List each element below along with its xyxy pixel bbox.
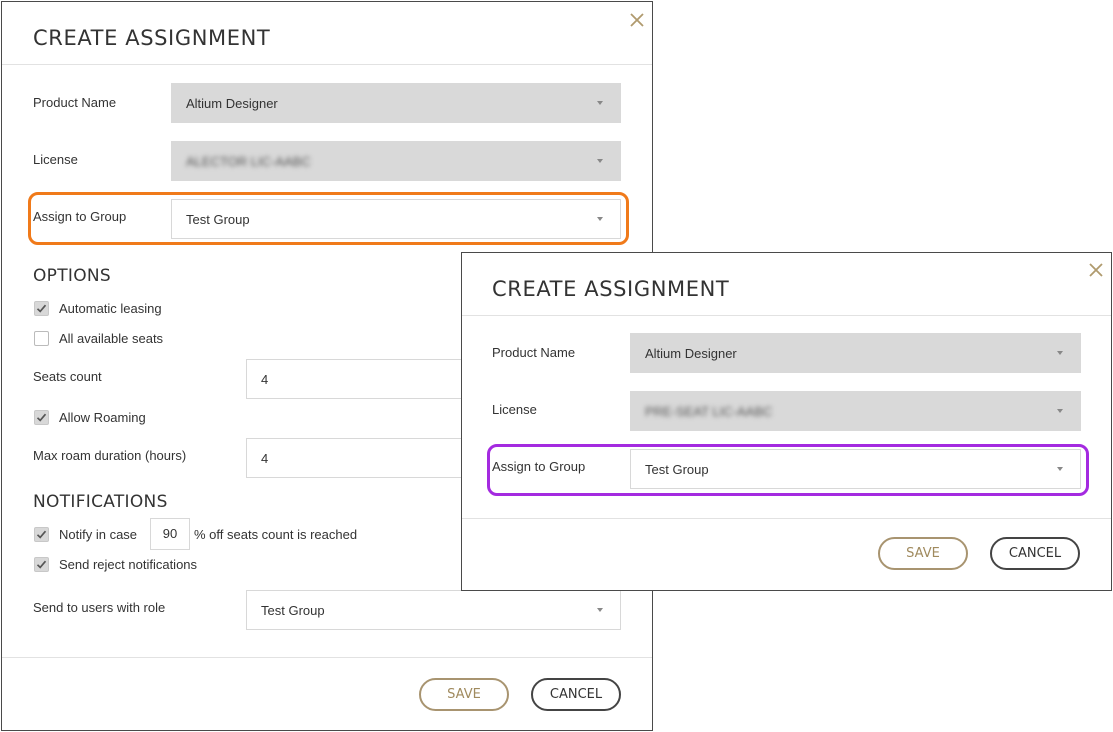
caret-down-icon — [1057, 351, 1063, 355]
all-seats-checkbox[interactable] — [34, 331, 49, 346]
close-icon[interactable] — [1088, 262, 1104, 278]
license-label: License — [33, 152, 78, 167]
send-role-label: Send to users with role — [33, 600, 166, 615]
caret-down-icon — [1057, 467, 1063, 471]
caret-down-icon — [597, 101, 603, 105]
license-value: ALECTOR LIC-AABC — [186, 154, 311, 169]
assign-group-value: Test Group — [645, 462, 709, 477]
max-roam-value: 4 — [261, 451, 269, 466]
dialog-title: CREATE ASSIGNMENT — [33, 26, 271, 50]
checkmark-icon — [36, 413, 47, 422]
product-name-label: Product Name — [33, 95, 117, 110]
product-name-select[interactable]: Altium Designer — [630, 333, 1081, 373]
product-name-value: Altium Designer — [645, 346, 737, 361]
cancel-button[interactable]: CANCEL — [990, 537, 1080, 570]
license-select[interactable]: ALECTOR LIC-AABC — [171, 141, 621, 181]
checkmark-icon — [36, 304, 47, 313]
assign-group-label: Assign to Group — [492, 459, 586, 474]
notify-suffix-label: % off seats count is reached — [194, 527, 358, 542]
close-icon[interactable] — [629, 12, 645, 28]
checkmark-icon — [36, 530, 47, 539]
footer-divider — [462, 518, 1111, 519]
notify-prefix-label: Notify in case — [59, 527, 138, 542]
header-divider — [462, 315, 1111, 316]
seats-count-label: Seats count — [33, 369, 102, 384]
automatic-leasing-checkbox[interactable] — [34, 301, 49, 316]
product-name-value: Altium Designer — [186, 96, 278, 111]
caret-down-icon — [597, 217, 603, 221]
notify-threshold-input[interactable]: 90 — [150, 518, 190, 550]
save-button[interactable]: SAVE — [878, 537, 968, 570]
product-name-select[interactable]: Altium Designer — [171, 83, 621, 123]
assign-group-value: Test Group — [186, 212, 250, 227]
cancel-button[interactable]: CANCEL — [531, 678, 621, 711]
all-seats-label: All available seats — [59, 331, 164, 346]
assign-group-select[interactable]: Test Group — [630, 449, 1081, 489]
seats-count-value: 4 — [261, 372, 269, 387]
caret-down-icon — [597, 159, 603, 163]
footer-divider — [2, 657, 652, 658]
assign-group-label: Assign to Group — [33, 209, 127, 224]
assign-group-select[interactable]: Test Group — [171, 199, 621, 239]
create-assignment-dialog-overlay: CREATE ASSIGNMENT Product Name Altium De… — [461, 252, 1112, 591]
license-label: License — [492, 402, 537, 417]
caret-down-icon — [1057, 409, 1063, 413]
max-roam-label: Max roam duration (hours) — [33, 448, 187, 463]
license-value: PRE-SEAT LIC-AABC — [645, 404, 773, 419]
send-reject-checkbox[interactable] — [34, 557, 49, 572]
allow-roaming-label: Allow Roaming — [59, 410, 146, 425]
send-role-select[interactable]: Test Group — [246, 590, 621, 630]
checkmark-icon — [36, 560, 47, 569]
caret-down-icon — [597, 608, 603, 612]
dialog-title: CREATE ASSIGNMENT — [492, 277, 730, 301]
license-select[interactable]: PRE-SEAT LIC-AABC — [630, 391, 1081, 431]
send-reject-label: Send reject notifications — [59, 557, 198, 572]
options-title: OPTIONS — [33, 266, 112, 286]
automatic-leasing-label: Automatic leasing — [59, 301, 162, 316]
product-name-label: Product Name — [492, 345, 576, 360]
save-button[interactable]: SAVE — [419, 678, 509, 711]
notifications-title: NOTIFICATIONS — [33, 492, 168, 512]
send-role-value: Test Group — [261, 603, 325, 618]
notify-checkbox[interactable] — [34, 527, 49, 542]
allow-roaming-checkbox[interactable] — [34, 410, 49, 425]
header-divider — [2, 64, 652, 65]
